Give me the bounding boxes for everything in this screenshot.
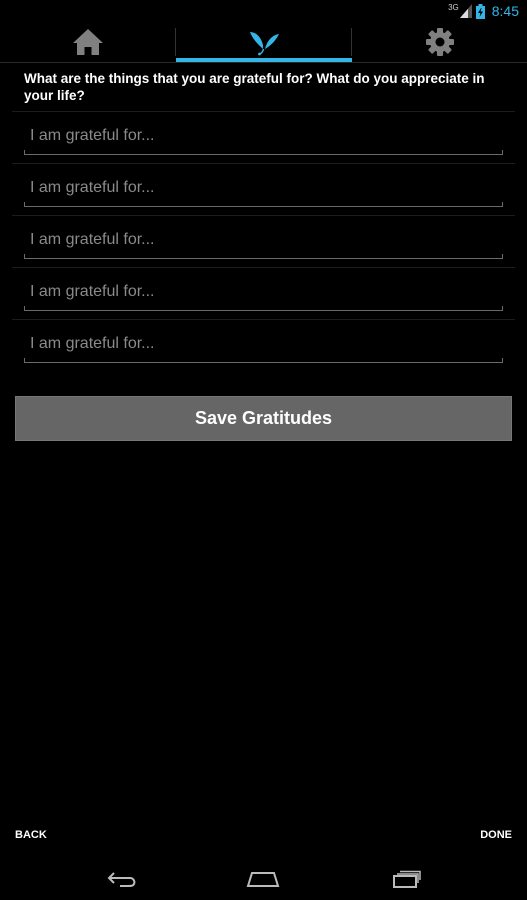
tab-home[interactable] [0, 22, 175, 62]
gratitude-input-2[interactable] [24, 170, 503, 206]
gear-icon [425, 28, 454, 56]
save-gratitudes-button[interactable]: Save Gratitudes [15, 396, 512, 441]
signal-icon [459, 4, 472, 18]
gratitude-prompt: What are the things that you are gratefu… [24, 71, 485, 103]
nav-home-button[interactable] [233, 864, 293, 894]
selected-tab-indicator [176, 58, 352, 62]
tab-gratitude[interactable] [176, 22, 351, 62]
input-underline [24, 150, 503, 155]
home-icon [72, 29, 103, 55]
back-button[interactable]: BACK [15, 829, 47, 841]
back-icon [107, 872, 136, 887]
tab-settings[interactable] [352, 22, 527, 62]
gratitude-input-5[interactable] [24, 326, 503, 362]
status-bar: 3G 8:45 [0, 0, 527, 22]
nav-recent-apps-button[interactable] [376, 864, 436, 894]
gratitude-entry-list [12, 111, 515, 371]
gratitude-entry-row [12, 111, 515, 163]
input-underline [24, 254, 503, 259]
recent-apps-icon [393, 870, 421, 888]
done-button[interactable]: DONE [480, 829, 512, 841]
butterfly-icon [249, 32, 279, 56]
system-navigation-bar [0, 856, 527, 900]
gratitude-entry-row [12, 267, 515, 319]
gratitude-entry-row [12, 319, 515, 371]
gratitude-entry-row [12, 215, 515, 267]
home-outline-icon [246, 872, 280, 887]
nav-back-button[interactable] [92, 864, 152, 894]
battery-charging-icon [475, 3, 485, 19]
input-underline [24, 306, 503, 311]
gratitude-input-1[interactable] [24, 118, 503, 154]
network-type-label: 3G [448, 2, 459, 12]
tab-bar [0, 22, 527, 63]
gratitude-entry-row [12, 163, 515, 215]
gratitude-input-4[interactable] [24, 274, 503, 310]
input-underline [24, 358, 503, 363]
status-icons: 3G 8:45 [448, 2, 519, 20]
clock: 8:45 [491, 3, 519, 19]
gratitude-input-3[interactable] [24, 222, 503, 258]
input-underline [24, 202, 503, 207]
